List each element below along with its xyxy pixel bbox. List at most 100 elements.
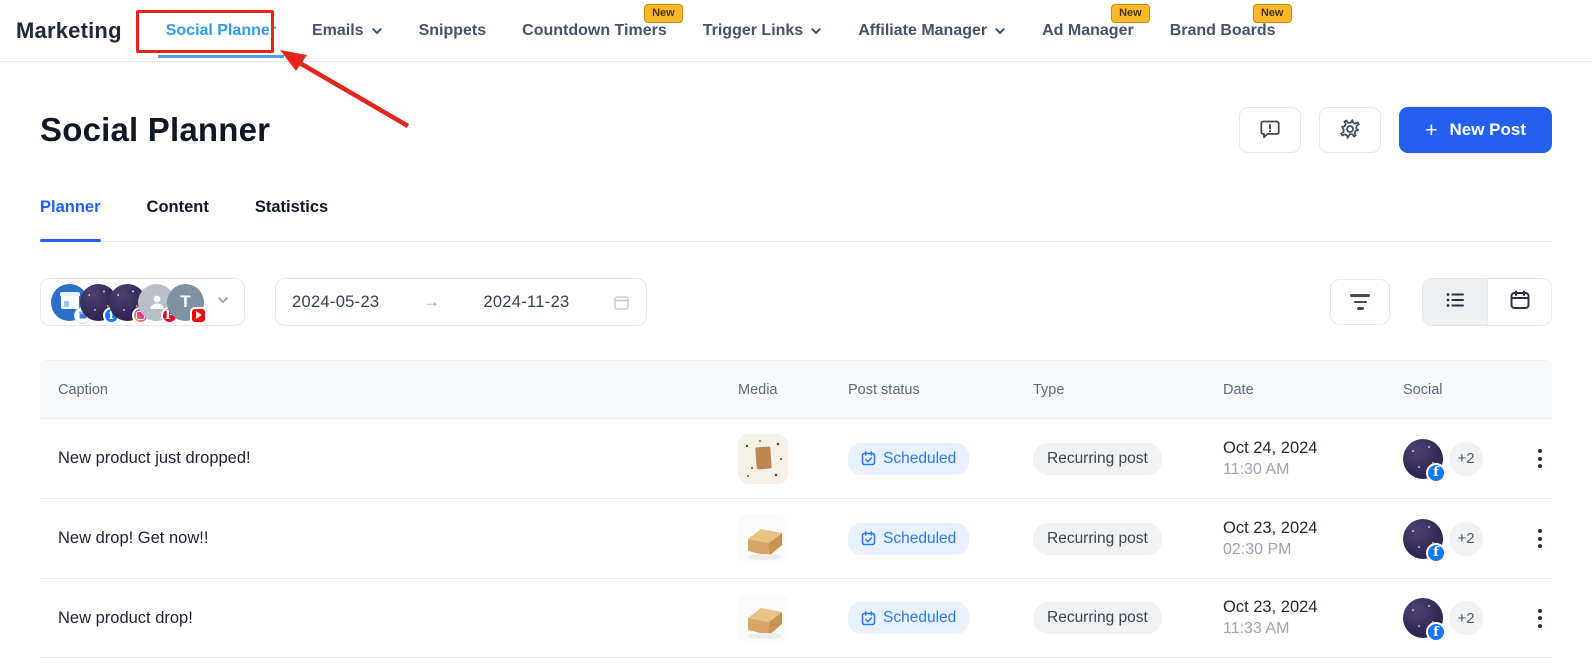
nav-item-label: Brand Boards (1170, 22, 1276, 40)
new-post-label: New Post (1449, 120, 1526, 140)
avatar-initial: T (180, 292, 190, 312)
nav-item-label: Trigger Links (703, 22, 803, 40)
post-time: 11:30 AM (1223, 461, 1395, 479)
status-badge: Scheduled (848, 523, 969, 555)
more-accounts-count[interactable]: +2 (1449, 601, 1483, 635)
post-date: Oct 23, 2024 (1223, 598, 1395, 617)
avatar: f (1403, 519, 1443, 559)
list-icon (1444, 289, 1466, 316)
status-badge: Scheduled (848, 602, 969, 634)
settings-button[interactable] (1319, 107, 1381, 153)
row-menu-button[interactable] (1523, 601, 1557, 635)
filter-right (1330, 278, 1552, 326)
post-time: 11:33 AM (1223, 620, 1395, 638)
calendar-view-button[interactable] (1487, 279, 1551, 325)
avatar-youtube-account: T (167, 284, 204, 321)
social-cell: f +2 (1395, 439, 1505, 479)
nav-item-countdown-timers[interactable]: Countdown Timers New (522, 22, 667, 40)
chevron-down-icon[interactable] (216, 293, 230, 312)
type-pill: Recurring post (1033, 523, 1162, 555)
chevron-down-icon (371, 25, 383, 37)
actions-cell (1505, 442, 1557, 476)
column-header-caption: Caption (40, 382, 730, 398)
table-row[interactable]: New product just dropped! Scheduled Recu… (40, 418, 1552, 498)
more-accounts-count[interactable]: +2 (1449, 442, 1483, 476)
table-row[interactable]: New product drop! Scheduled Recurring po… (40, 578, 1552, 658)
nav-item-snippets[interactable]: Snippets (419, 22, 487, 40)
posts-table: Caption Media Post status Type Date Soci… (40, 360, 1552, 658)
tab-content[interactable]: Content (147, 198, 209, 241)
arrow-right-icon: → (423, 292, 440, 312)
filter-left: f P T (40, 278, 647, 326)
status-badge: Scheduled (848, 443, 969, 475)
calendar-icon (1509, 289, 1531, 316)
view-toggle (1422, 278, 1552, 326)
nav-item-brand-boards[interactable]: Brand Boards New (1170, 22, 1276, 40)
table-row[interactable]: New drop! Get now!! Scheduled Recurring … (40, 498, 1552, 578)
post-caption: New product drop! (40, 609, 730, 628)
tab-planner[interactable]: Planner (40, 198, 101, 241)
table-header: Caption Media Post status Type Date Soci… (40, 360, 1552, 418)
date-range-picker[interactable]: 2024-05-23 → 2024-11-23 (275, 278, 647, 326)
storefront-icon (61, 295, 79, 309)
nav-item-emails[interactable]: Emails (312, 22, 383, 40)
chevron-down-icon (810, 25, 822, 37)
facebook-icon: f (1426, 622, 1446, 642)
post-date: Oct 23, 2024 (1223, 519, 1395, 538)
list-view-button[interactable] (1423, 279, 1487, 325)
calendar-icon[interactable] (613, 294, 630, 311)
status-label: Scheduled (883, 609, 956, 627)
nav-item-ad-manager[interactable]: Ad Manager New (1042, 22, 1134, 40)
media-cell (730, 514, 840, 564)
accounts-selector[interactable]: f P T (40, 278, 245, 326)
column-header-date: Date (1215, 382, 1395, 398)
calendar-check-icon (861, 611, 876, 626)
nav-item-label: Countdown Timers (522, 22, 667, 40)
nav-item-label: Social Planner (166, 22, 276, 40)
date-from-input[interactable]: 2024-05-23 (292, 293, 379, 312)
plus-icon: + (1425, 120, 1437, 141)
post-caption: New product just dropped! (40, 449, 730, 468)
tab-statistics[interactable]: Statistics (255, 198, 328, 241)
page-title: Social Planner (40, 111, 270, 149)
row-menu-button[interactable] (1523, 522, 1557, 556)
nav-item-trigger-links[interactable]: Trigger Links (703, 22, 822, 40)
youtube-icon (190, 307, 207, 324)
date-cell: Oct 24, 2024 11:30 AM (1215, 439, 1395, 479)
nav-item-affiliate-manager[interactable]: Affiliate Manager (858, 22, 1006, 40)
column-header-media: Media (730, 382, 840, 398)
new-post-button[interactable]: + New Post (1399, 107, 1552, 153)
feedback-icon (1258, 117, 1282, 144)
facebook-icon: f (1426, 543, 1446, 563)
media-thumbnail (738, 514, 788, 564)
nav-item-social-planner[interactable]: Social Planner (166, 22, 276, 40)
new-badge: New (1111, 4, 1150, 23)
more-accounts-count[interactable]: +2 (1449, 522, 1483, 556)
nav-item-label: Snippets (419, 22, 487, 40)
chevron-down-icon (994, 25, 1006, 37)
column-header-post-status: Post status (840, 382, 1025, 398)
social-cell: f +2 (1395, 598, 1505, 638)
feedback-button[interactable] (1239, 107, 1301, 153)
column-header-social: Social (1395, 382, 1505, 398)
account-avatars: f P T (51, 284, 204, 321)
avatar: f (1403, 439, 1443, 479)
date-to-input[interactable]: 2024-11-23 (483, 293, 569, 312)
media-thumbnail (738, 434, 788, 484)
gear-icon (1338, 117, 1362, 144)
filter-icon (1350, 294, 1370, 310)
actions-cell (1505, 522, 1557, 556)
type-cell: Recurring post (1025, 602, 1215, 634)
marketing-top-nav: Marketing Social Planner Emails Snippets… (0, 0, 1592, 62)
filter-button[interactable] (1330, 279, 1390, 325)
type-cell: Recurring post (1025, 443, 1215, 475)
nav-item-label: Ad Manager (1042, 22, 1134, 40)
date-cell: Oct 23, 2024 11:33 AM (1215, 598, 1395, 638)
row-menu-button[interactable] (1523, 442, 1557, 476)
page-header: Social Planner + New Post (40, 106, 1552, 154)
type-pill: Recurring post (1033, 602, 1162, 634)
nav-brand-marketing: Marketing (16, 18, 122, 44)
type-pill: Recurring post (1033, 443, 1162, 475)
post-caption: New drop! Get now!! (40, 529, 730, 548)
column-header-type: Type (1025, 382, 1215, 398)
